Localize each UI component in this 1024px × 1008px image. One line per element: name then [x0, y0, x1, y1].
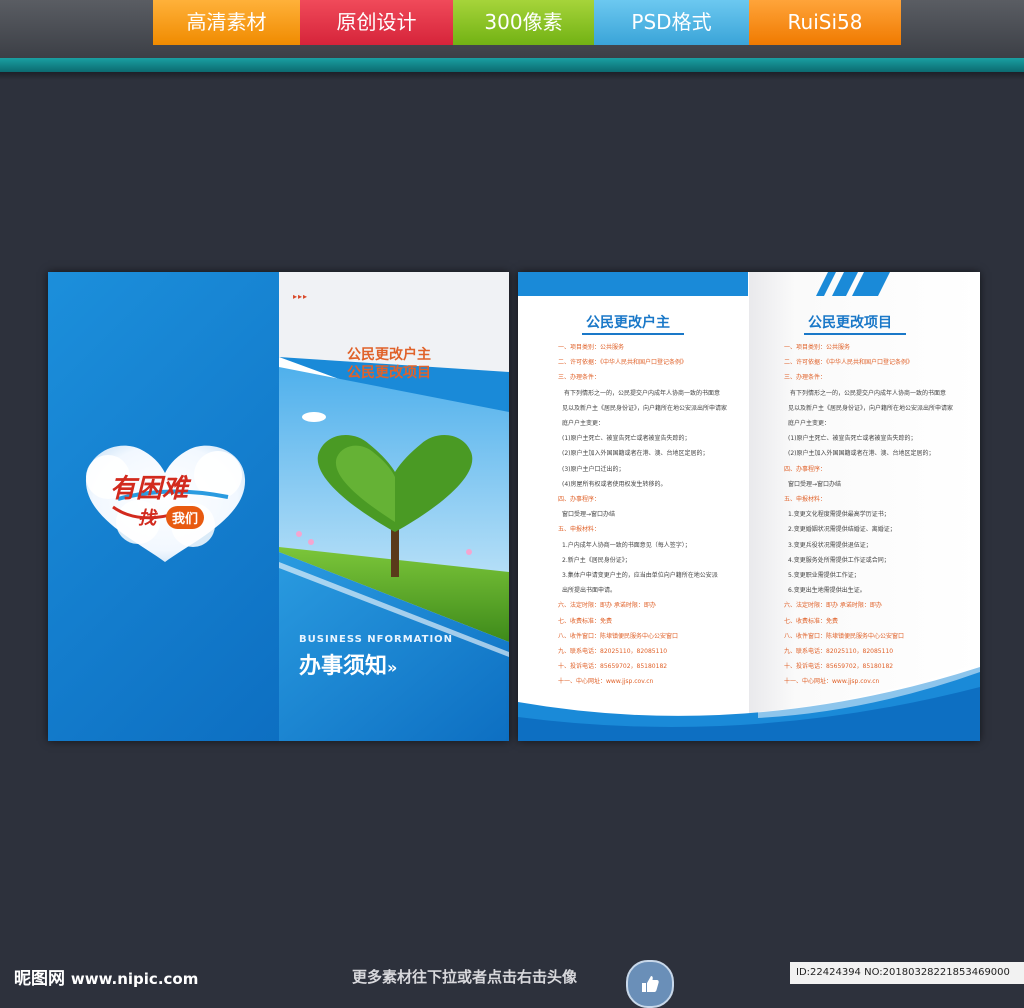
content-line: (1)原户主死亡、被宣告死亡或者被宣告失踪的；	[562, 435, 691, 443]
content-line: 五、申报材料：	[784, 496, 827, 503]
content-line: 庭户户主变更：	[788, 420, 831, 427]
tag-hd: 高清素材	[153, 0, 300, 45]
content-line: 有下列情形之一的，公民提交户内成年人协商一致的书面意	[564, 389, 721, 397]
content-line: 1.户内成年人协商一致的书面意见（每人签字）；	[562, 541, 691, 549]
header-arrows: ▸▸▸	[293, 292, 309, 301]
content-line: 五、申报材料：	[558, 526, 601, 534]
col2-title: 公民更改项目	[804, 312, 906, 335]
footer-logo: 昵图网 www.nipic.com	[14, 964, 198, 989]
content-line: 六、法定时限：即办 承诺时限：即办	[558, 602, 656, 610]
slogan-main: 有困难	[110, 474, 189, 504]
content-line: 八、收件窗口：陈埭镇便民服务中心公安窗口	[558, 632, 679, 640]
content-line: 二、许可依据：《中华人民共和国户口登记条例》	[784, 359, 914, 367]
content-line: 七、收费标准：免费	[784, 617, 839, 625]
tag-format: PSD格式	[594, 0, 749, 45]
content-line: (2)原户主加入外国国籍或者在港、澳、台地区定居的；	[788, 450, 935, 458]
content-line: 出所提出书面申请。	[562, 587, 617, 595]
tag-resolution: 300像素	[453, 0, 594, 45]
col1-title: 公民更改户主	[582, 312, 684, 335]
logo-cn: 昵图网	[14, 969, 65, 989]
content-line: 3.变更兵役状况需提供退伍证；	[788, 541, 872, 549]
cover-front-panel: ▸▸▸ 公民更改户主 公民更改项目 BUSINESS NFORMATION 办事…	[279, 272, 509, 741]
tag-bar: 高清素材 原创设计 300像素 PSD格式 RuiSi58	[153, 0, 901, 45]
tag-original: 原创设计	[300, 0, 453, 45]
logo-url: www.nipic.com	[70, 970, 199, 988]
content-line: 一、项目类别：公共服务	[558, 344, 625, 351]
image-id-bar: ID:22424394 NO:20180328221853469000	[790, 962, 1024, 984]
content-line: 二、许可依据：《中华人民共和国户口登记条例》	[558, 359, 688, 367]
footer-hint: 更多素材往下拉或者点击右击头像	[352, 968, 578, 986]
content-line: 六、法定时限：即办 承诺时限：即办	[784, 602, 882, 610]
arrow-icon: »	[387, 658, 398, 677]
content-line: 1.变更文化程度需提供最高学历证书；	[788, 511, 890, 519]
content-line: 一、项目类别：公共服务	[784, 344, 851, 351]
content-line: 6.变更出生地需提供出生证。	[788, 587, 866, 595]
content-line: 有下列情形之一的，公民提交户内成年人协商一致的书面意	[790, 389, 947, 397]
content-line: 见以及新户主《居民身份证》，向户籍所在地公安派出所申请家	[788, 404, 954, 412]
content-line: 十、投诉电话：85659702，85180182	[784, 663, 894, 671]
content-line: 八、收件窗口：陈埭镇便民服务中心公安窗口	[784, 632, 905, 640]
content-line: 九、联系电话：82025110，82085110	[558, 648, 668, 655]
content-line: (1)原户主死亡、被宣告死亡或者被宣告失踪的；	[788, 435, 917, 443]
business-en-title: BUSINESS NFORMATION	[299, 634, 454, 645]
brochure-cover: 有困难 找 我们 ▸▸▸ 公民更改户主 公民更改项目 BUSINESS NFOR…	[48, 272, 509, 741]
thumbs-up-icon[interactable]	[626, 960, 674, 1008]
cover-subtitle-2: 公民更改项目	[347, 365, 431, 381]
content-line: 三、办理条件：	[784, 374, 827, 382]
business-cn-title: 办事须知»	[299, 654, 398, 679]
content-line: 2.变更婚姻状况需提供结婚证、离婚证；	[788, 526, 896, 534]
content-line: 三、办理条件：	[558, 374, 601, 382]
content-line: 2.新户主《居民身份证》；	[562, 556, 631, 564]
content-line: 见以及新户主《居民身份证》，向户籍所在地公安派出所申请家	[562, 404, 728, 412]
content-line: (3)原户主户口迁出的；	[562, 465, 625, 473]
content-line: 庭户户主变更：	[562, 420, 605, 427]
brochure-inside: 公民更改户主 公民更改项目 一、项目类别：公共服务二、许可依据：《中华人民共和国…	[518, 272, 980, 741]
content-line: 窗口受理→窗口办结	[788, 480, 842, 488]
slogan-find: 找	[138, 508, 156, 529]
cover-subtitle-1: 公民更改户主	[347, 347, 431, 363]
content-line: 十一、中心网址：www.jjsp.cov.cn	[784, 678, 880, 686]
content-line: 窗口受理→窗口办结	[562, 511, 616, 519]
content-line: 4.变更服务处所需提供工作证或合同；	[788, 556, 890, 564]
content-line: 十、投诉电话：85659702，85180182	[558, 663, 668, 671]
content-line: 四、办事程序：	[784, 465, 827, 473]
tag-author: RuiSi58	[749, 0, 901, 45]
cover-blue-panel: 有困难 找 我们	[48, 272, 279, 741]
slogan-us-badge: 我们	[166, 506, 205, 529]
content-line: (2)原户主加入外国国籍或者在港、澳、台地区定居的；	[562, 450, 709, 458]
content-line: 3.集体户申请变更户主的，应当由单位向户籍所在地公安派	[562, 572, 718, 579]
content-line: 九、联系电话：82025110，82085110	[784, 648, 894, 655]
teal-stripe	[0, 58, 1024, 72]
content-line: 四、办事程序：	[558, 496, 601, 503]
content-line: 十一、中心网址：www.jjsp.cov.cn	[558, 678, 654, 686]
content-line: 5.变更职业需提供工作证；	[788, 572, 860, 579]
content-line: 七、收费标准：免费	[558, 617, 613, 625]
content-line: (4)房屋所有权或者使用权发生转移的。	[562, 480, 667, 488]
